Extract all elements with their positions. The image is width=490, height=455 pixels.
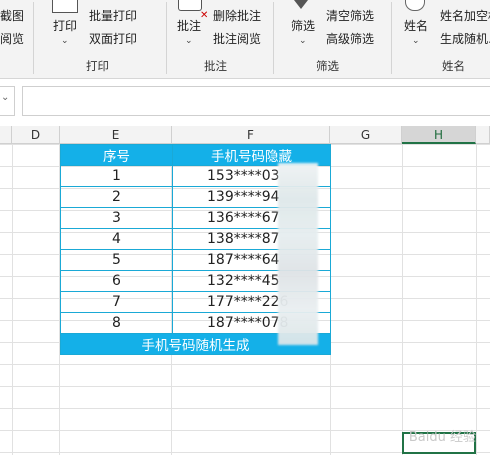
comment-group-label: 批注 bbox=[204, 59, 227, 73]
clear-filter-button[interactable]: 清空筛选 bbox=[326, 9, 374, 23]
delete-icon: ✕ bbox=[200, 10, 209, 21]
header-serial-cell[interactable]: 序号 bbox=[60, 144, 173, 166]
chevron-down-icon[interactable]: ⌄ bbox=[61, 36, 69, 46]
name-add-space-button[interactable]: 姓名加空格 bbox=[440, 9, 490, 23]
name-button[interactable]: 姓名 bbox=[404, 19, 428, 33]
name-group-label: 姓名 bbox=[442, 59, 465, 73]
group-separator bbox=[166, 2, 167, 74]
group-separator bbox=[33, 2, 34, 74]
advanced-filter-button[interactable]: 高级筛选 bbox=[326, 32, 374, 46]
column-header-i[interactable] bbox=[476, 126, 490, 144]
serial-cell[interactable]: 6 bbox=[60, 270, 173, 292]
read-view-button[interactable]: 阅览 bbox=[0, 32, 24, 46]
filter-button[interactable]: 筛选 bbox=[291, 19, 315, 33]
batch-print-button[interactable]: 批量打印 bbox=[89, 9, 137, 23]
person-icon bbox=[405, 0, 425, 11]
comment-button[interactable]: 批注 bbox=[177, 19, 201, 33]
printer-icon bbox=[52, 0, 78, 13]
print-button[interactable]: 打印 bbox=[53, 19, 77, 33]
delete-comment-button[interactable]: 删除批注 bbox=[213, 9, 261, 23]
chevron-down-icon[interactable]: ⌄ bbox=[185, 36, 193, 46]
comment-icon bbox=[178, 0, 202, 11]
column-header-h[interactable]: H bbox=[402, 126, 476, 144]
grid-line bbox=[476, 144, 477, 455]
ribbon: 截图 阅览 打印 ⌄ 批量打印 双面打印 打印 批注 ⌄ ✕ 删除批注 批注阅览… bbox=[0, 0, 490, 79]
grid-line bbox=[12, 144, 13, 455]
chevron-down-icon[interactable]: ⌄ bbox=[412, 36, 420, 46]
column-header-g[interactable]: G bbox=[330, 126, 402, 144]
serial-cell[interactable]: 3 bbox=[60, 207, 173, 229]
duplex-print-button[interactable]: 双面打印 bbox=[89, 32, 137, 46]
funnel-icon bbox=[294, 0, 308, 9]
group-separator bbox=[273, 2, 274, 74]
serial-cell[interactable]: 5 bbox=[60, 249, 173, 271]
serial-cell[interactable]: 2 bbox=[60, 186, 173, 208]
comment-browse-button[interactable]: 批注阅览 bbox=[213, 32, 261, 46]
column-header-d[interactable]: D bbox=[12, 126, 60, 144]
serial-cell[interactable]: 4 bbox=[60, 228, 173, 250]
formula-input[interactable] bbox=[22, 86, 490, 116]
serial-cell[interactable]: 7 bbox=[60, 291, 173, 313]
print-group-label: 打印 bbox=[86, 59, 109, 73]
random-generate-button[interactable]: 生成随机… bbox=[440, 32, 490, 46]
select-all-corner[interactable] bbox=[0, 126, 12, 144]
serial-cell[interactable]: 8 bbox=[60, 312, 173, 334]
dropdown-icon[interactable]: ⌄ bbox=[1, 92, 9, 103]
privacy-blur-overlay bbox=[278, 163, 318, 345]
watermark: Baidu 经验 bbox=[408, 430, 476, 445]
serial-cell[interactable]: 1 bbox=[60, 165, 173, 187]
column-header-e[interactable]: E bbox=[60, 126, 172, 144]
chevron-down-icon[interactable]: ⌄ bbox=[299, 36, 307, 46]
grid-line bbox=[402, 144, 403, 455]
group-separator bbox=[391, 2, 392, 74]
screenshot-button[interactable]: 截图 bbox=[0, 9, 24, 23]
filter-group-label: 筛选 bbox=[316, 59, 339, 73]
column-header-f[interactable]: F bbox=[172, 126, 330, 144]
